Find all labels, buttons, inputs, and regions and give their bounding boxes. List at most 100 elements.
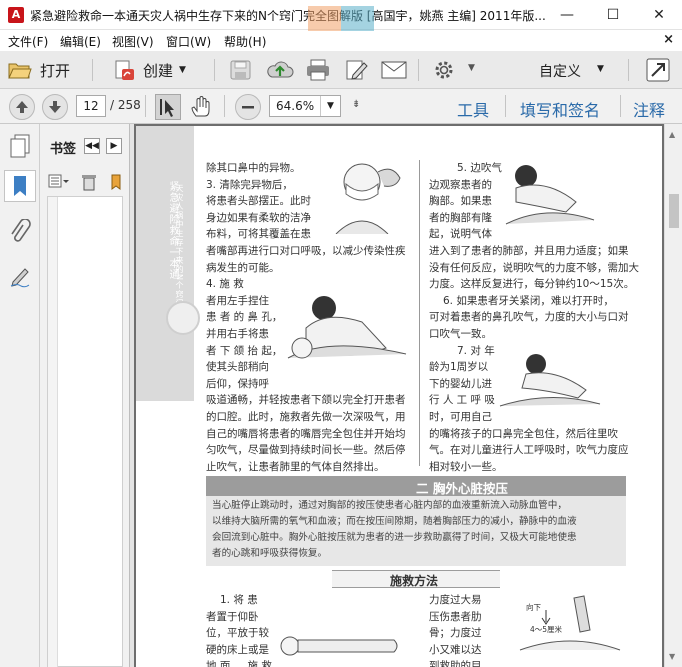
- text-line: 力度。这样反复进行，每分钟约10～15次。: [429, 278, 635, 291]
- attachments-icon[interactable]: [9, 219, 31, 245]
- scroll-down-icon[interactable]: ▼: [669, 652, 675, 661]
- menu-edit[interactable]: 编辑(E): [60, 33, 101, 50]
- text-line: 的口腔。此时，施救者先做一次深吸气，用: [206, 410, 406, 423]
- signatures-icon[interactable]: [9, 264, 31, 288]
- toolbar-divider: [214, 59, 215, 81]
- text-line: 下的婴幼儿进: [429, 377, 492, 390]
- minimize-button[interactable]: —: [544, 0, 590, 30]
- text-line: 位，平放于较: [206, 627, 269, 640]
- intro-line: 当心脏停止跳动时，通过对胸部的按压使患者心脏内部的血液重新流入动脉血管中，: [212, 500, 567, 511]
- document-scrollbar[interactable]: ▲ ▼: [664, 124, 682, 667]
- close-button[interactable]: ✕: [636, 0, 682, 30]
- page-number-input[interactable]: 12: [76, 95, 106, 117]
- menu-window[interactable]: 窗口(W): [166, 33, 211, 50]
- toolbar-divider: [145, 95, 146, 117]
- maximize-button[interactable]: ☐: [590, 0, 636, 30]
- cursor-icon: [160, 99, 174, 117]
- intro-line: 会回流到心脏中。胸外心脏按压就为患者的进一步救助赢得了时间，又极大可能地使患: [212, 532, 577, 543]
- text-line: 硬的床上或是: [206, 643, 269, 656]
- window-title: 紧急避险救命一本通天灾人祸中生存下来的N个窍门完全图解版 [高国宇，姚燕 主编]…: [30, 9, 546, 23]
- document-view[interactable]: 紧急避险救命一本通 天灾人祸中生存下来的N个窍门 除其口鼻中的异物。 3. 清除…: [134, 124, 664, 667]
- menu-file[interactable]: 文件(F): [8, 33, 48, 50]
- bookmark-options-icon[interactable]: [48, 174, 70, 190]
- scroll-thumb[interactable]: [669, 194, 679, 228]
- text-line: 6. 如果患者牙关紧闭，难以打开时，: [443, 294, 614, 307]
- open-button[interactable]: 打开: [8, 57, 70, 83]
- text-line: 者的胸部有隆: [429, 211, 492, 224]
- bookmarks-tab[interactable]: [4, 170, 36, 202]
- next-page-button[interactable]: [42, 94, 68, 120]
- text-line: 的嘴将孩子的口鼻完全包住，然后往里吹: [429, 427, 618, 440]
- text-line: 到救助的目: [429, 660, 482, 667]
- panel-forward-icon[interactable]: ▶: [106, 138, 122, 154]
- collapse-panel-icon[interactable]: ◀◀: [84, 138, 100, 154]
- navigation-pane-strip: [0, 124, 40, 667]
- text-line: 匀吹气，尽量做到持续时间长一些。然后停: [206, 444, 406, 457]
- text-line: 相对较小一些。: [429, 460, 503, 473]
- chevron-down-icon: ▼: [179, 65, 186, 75]
- bookmarks-scrollbar[interactable]: [48, 197, 58, 667]
- new-bookmark-icon[interactable]: [107, 173, 125, 191]
- print-icon[interactable]: [306, 59, 330, 81]
- edit-icon[interactable]: [345, 59, 369, 81]
- text-line: 者置于仰卧: [206, 610, 259, 623]
- illustration-chest-compression: 向下 4～5厘米: [514, 594, 624, 667]
- gear-menu-chevron-icon[interactable]: ▼: [468, 63, 475, 73]
- zoom-level-select[interactable]: 64.6% ▼: [269, 95, 341, 117]
- text-line: 龄为1周岁以: [429, 361, 489, 374]
- pdf-page: 紧急避险救命一本通 天灾人祸中生存下来的N个窍门 除其口鼻中的异物。 3. 清除…: [136, 126, 662, 667]
- zoom-value: 64.6%: [276, 99, 315, 113]
- text-line: 没有任何反应，说明吹气的力度不够，需加大: [429, 261, 639, 274]
- page-margin-band: 紧急避险救命一本通 天灾人祸中生存下来的N个窍门: [136, 126, 200, 401]
- bookmarks-title: 书签: [50, 142, 77, 157]
- text-line: 者嘴部再进行口对口呼吸，以减少传染性疾: [206, 244, 406, 257]
- delete-bookmark-icon[interactable]: [81, 173, 97, 191]
- menu-help[interactable]: 帮助(H): [224, 33, 266, 50]
- title-bar: A 紧急避险救命一本通天灾人祸中生存下来的N个窍门完全图解版 [高国宇，姚燕 主…: [0, 0, 682, 40]
- right-text-column: 5. 边吹气 边观察患者的 胸部。如果患 者的胸部有隆 起，说明气体 进入到了患…: [429, 160, 639, 475]
- column-divider: [419, 160, 420, 466]
- navigation-toolbar: 12 / 258 64.6% ▼ ⇟ 工具 填写和签名 注释: [0, 89, 682, 124]
- text-line: 1. 将 患: [220, 594, 258, 606]
- more-tools-icon[interactable]: ⇟: [352, 99, 360, 110]
- toolbar-divider: [224, 95, 225, 117]
- text-line: 进入到了患者的肺部，并且用力适度；如果: [429, 244, 629, 257]
- chevron-down-icon[interactable]: ▼: [320, 96, 340, 116]
- arrow-up-icon: [16, 101, 28, 113]
- previous-page-button[interactable]: [9, 94, 35, 120]
- text-line: 止吹气，让患者肺里的气体自然排出。: [206, 460, 385, 473]
- method-heading: 施救方法: [390, 574, 439, 588]
- bookmark-icon: [14, 176, 26, 196]
- page-thumbnails-icon[interactable]: [9, 134, 31, 158]
- select-tool-button[interactable]: [155, 94, 181, 120]
- gear-icon[interactable]: [434, 60, 454, 80]
- text-line: 病发生的可能。: [206, 261, 280, 274]
- customize-chevron-icon[interactable]: ▼: [597, 64, 604, 74]
- tools-link[interactable]: 工具: [457, 97, 489, 121]
- comment-link[interactable]: 注释: [633, 97, 665, 121]
- toolbar-divider: [505, 95, 506, 117]
- close-document-icon[interactable]: ×: [663, 32, 674, 47]
- create-button[interactable]: 创建 ▼: [113, 57, 186, 83]
- menu-view[interactable]: 视图(V): [112, 33, 154, 50]
- folder-open-icon: [8, 63, 32, 79]
- save-icon[interactable]: [230, 60, 252, 80]
- scroll-up-icon[interactable]: ▲: [669, 130, 675, 139]
- email-icon[interactable]: [381, 61, 407, 79]
- bottom-left-column: 1. 将 患 者置于仰卧 位，平放于较 硬的床上或是 地 面 。 施 救: [206, 592, 272, 667]
- toolbar-divider: [92, 59, 93, 81]
- bookmarks-list[interactable]: [47, 196, 123, 667]
- text-line: 自己的嘴唇将患者的嘴唇完全包住并开始均: [206, 427, 406, 440]
- intro-line: 者的心跳和呼吸获得恢复。: [212, 548, 328, 559]
- text-line: 起，说明气体: [429, 228, 492, 241]
- zoom-out-button[interactable]: [235, 94, 261, 120]
- text-line: 小又难以达: [429, 643, 482, 656]
- fill-sign-link[interactable]: 填写和签名: [520, 97, 600, 121]
- upload-icon[interactable]: [266, 59, 294, 81]
- hand-tool-icon[interactable]: [190, 96, 212, 118]
- expand-icon[interactable]: [646, 58, 670, 82]
- customize-menu[interactable]: 自定义: [539, 61, 581, 81]
- create-label: 创建: [143, 61, 174, 80]
- illustration-face-cloth: [335, 163, 401, 234]
- method-heading-band: 施救方法: [332, 570, 500, 588]
